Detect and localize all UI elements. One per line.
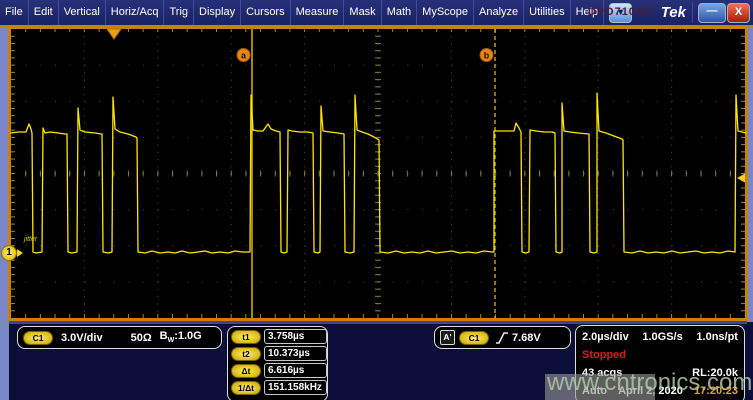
t2-value: 10.373µs: [264, 346, 327, 361]
t2-badge: t2: [231, 347, 261, 361]
menu-item-trig[interactable]: Trig: [164, 0, 194, 25]
menu-item-edit[interactable]: Edit: [29, 0, 59, 25]
resolution: 1.0ns/pt: [696, 331, 738, 344]
menu-item-file[interactable]: File: [0, 0, 29, 25]
inv-dt-badge: 1/Δt: [231, 381, 261, 395]
tek-logo: Tek: [661, 0, 686, 25]
menu-item-measure[interactable]: Measure: [291, 0, 345, 25]
cursor-row-dt: Δt 6.616µs: [228, 362, 327, 379]
channel-termination: 50Ω: [131, 332, 152, 344]
acq-row-state: Stopped: [576, 349, 744, 362]
oscilloscope-screen: FileEditVerticalHoriz/AcqTrigDisplayCurs…: [0, 0, 753, 400]
channel-1-badge: 1: [1, 245, 17, 261]
jitter-annotation: jitter: [24, 236, 37, 243]
menu-item-math[interactable]: Math: [382, 0, 417, 25]
minimize-button[interactable]: —: [698, 3, 726, 23]
acq-state: Stopped: [582, 349, 626, 362]
timebase: 2.0µs/div: [582, 331, 629, 344]
watermark-text: www.cntronics.com: [547, 369, 752, 397]
acq-row-timebase: 2.0µs/div 1.0GS/s 1.0ns/pt: [576, 331, 744, 344]
channel-scale: 3.0V/div: [61, 332, 103, 344]
close-button[interactable]: X: [727, 3, 750, 23]
menu-bar: FileEditVerticalHoriz/AcqTrigDisplayCurs…: [0, 0, 753, 25]
trigger-level-value: 7.68V: [512, 332, 541, 344]
channel-readout-box: C1 3.0V/div 50Ω BW:1.0G: [17, 326, 222, 349]
menu-item-horizacq[interactable]: Horiz/Acq: [106, 0, 165, 25]
menu-item-mask[interactable]: Mask: [344, 0, 381, 25]
channel-1-marker[interactable]: 1: [1, 245, 23, 261]
cursor-b-label-text: b: [484, 51, 490, 61]
rising-edge-icon: [495, 331, 509, 345]
menu-item-analyze[interactable]: Analyze: [474, 0, 524, 25]
sample-rate: 1.0GS/s: [642, 331, 682, 344]
menu-item-utilities[interactable]: Utilities: [524, 0, 570, 25]
menu-item-myscope[interactable]: MyScope: [417, 0, 474, 25]
dt-badge: Δt: [231, 364, 261, 378]
trigger-a-badge: A': [440, 330, 455, 345]
t1-value: 3.758µs: [264, 329, 327, 344]
channel-1-arrow-icon: [17, 249, 23, 257]
channel-bandwidth: BW:1.0G: [160, 330, 202, 344]
cursor-row-inv-dt: 1/Δt 151.158kHz: [228, 379, 327, 396]
cursor-readout-box: t1 3.758µs t2 10.373µs Δt 6.616µs 1/Δt 1…: [227, 326, 328, 400]
menu-item-vertical[interactable]: Vertical: [59, 0, 106, 25]
menubar-divider: [692, 2, 693, 23]
menu-item-display[interactable]: Display: [194, 0, 241, 25]
inv-dt-value: 151.158kHz: [264, 380, 327, 395]
trigger-readout-box: A' C1 7.68V: [434, 326, 571, 349]
menu-item-cursors[interactable]: Cursors: [241, 0, 291, 25]
cursor-row-t1: t1 3.758µs: [228, 328, 327, 345]
model-label: DPO7104C: [588, 0, 652, 25]
channel-badge: C1: [23, 331, 53, 345]
cursor-row-t2: t2 10.373µs: [228, 345, 327, 362]
t1-badge: t1: [231, 330, 261, 344]
dt-value: 6.616µs: [264, 363, 327, 378]
trigger-source-badge: C1: [459, 331, 489, 345]
